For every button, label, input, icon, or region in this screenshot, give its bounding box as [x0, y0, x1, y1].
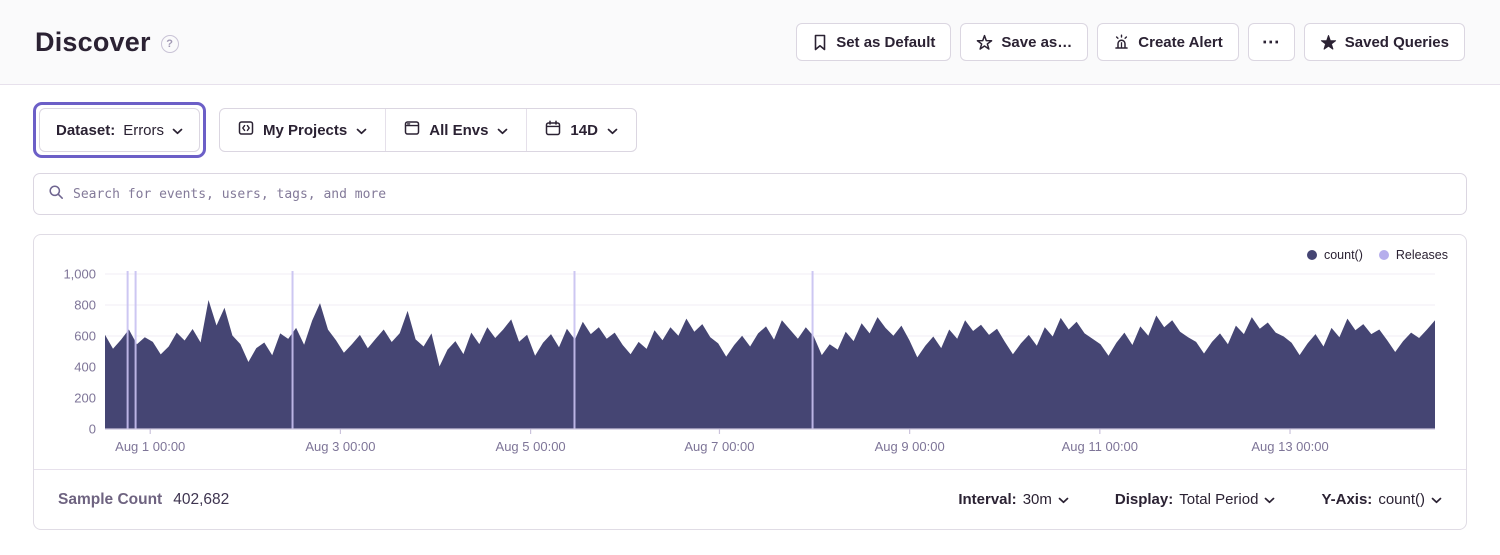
create-alert-button[interactable]: Create Alert [1097, 23, 1238, 61]
window-icon [404, 120, 420, 140]
chart-region: count() Releases 0 200 400 600 800 1,000 Aug 1… [34, 235, 1466, 469]
filter-bar: Dataset: Errors My Projects [33, 102, 1467, 158]
events-chart-card: count() Releases 0 200 400 600 800 1,000 Aug 1… [33, 234, 1467, 530]
svg-text:Aug 9 00:00: Aug 9 00:00 [875, 439, 945, 454]
chevron-down-icon [1431, 491, 1442, 508]
svg-text:Aug 3 00:00: Aug 3 00:00 [305, 439, 375, 454]
chevron-down-icon [356, 122, 367, 139]
set-as-default-button[interactable]: Set as Default [796, 23, 951, 61]
chevron-down-icon [172, 122, 183, 139]
svg-text:Aug 5 00:00: Aug 5 00:00 [496, 439, 566, 454]
dataset-value: Errors [123, 122, 164, 139]
projects-selector[interactable]: My Projects [220, 109, 385, 151]
chevron-down-icon [497, 122, 508, 139]
display-dropdown[interactable]: Display: Total Period [1115, 491, 1276, 508]
calendar-icon [545, 120, 561, 140]
projects-value: My Projects [263, 122, 347, 139]
legend-item-count[interactable]: count() [1307, 248, 1363, 262]
releases-series-dot [1379, 250, 1389, 260]
svg-text:1,000: 1,000 [63, 267, 96, 282]
count-series-dot [1307, 250, 1317, 260]
dataset-highlight-ring: Dataset: Errors [33, 102, 206, 158]
page-header: Discover ? Set as Default Save as… [0, 0, 1500, 85]
star-filled-icon [1320, 34, 1337, 51]
help-icon[interactable]: ? [161, 35, 179, 53]
svg-text:200: 200 [74, 391, 96, 406]
date-range-value: 14D [570, 122, 598, 139]
discover-chart[interactable]: 0 200 400 600 800 1,000 Aug 1 00:00 Aug 3 00:00… [34, 235, 1466, 469]
date-range-selector[interactable]: 14D [527, 109, 636, 151]
saved-queries-button[interactable]: Saved Queries [1304, 23, 1465, 61]
sample-count-label: Sample Count [58, 491, 162, 509]
search-icon [48, 184, 64, 205]
environment-selector[interactable]: All Envs [386, 109, 526, 151]
project-icon [238, 120, 254, 140]
dataset-label: Dataset: [56, 122, 115, 139]
star-outline-icon [976, 34, 993, 51]
save-as-button[interactable]: Save as… [960, 23, 1088, 61]
chevron-down-icon [1058, 491, 1069, 508]
search-bar [33, 173, 1467, 215]
bookmark-icon [812, 34, 828, 51]
svg-text:Aug 13 00:00: Aug 13 00:00 [1251, 439, 1328, 454]
header-actions: Set as Default Save as… Create Alert [796, 23, 1465, 61]
svg-text:Aug 7 00:00: Aug 7 00:00 [684, 439, 754, 454]
siren-icon [1113, 34, 1130, 51]
page-title: Discover [35, 27, 151, 58]
legend-item-releases[interactable]: Releases [1379, 248, 1448, 262]
more-options-button[interactable]: ⋯ [1248, 23, 1295, 61]
chart-legend: count() Releases [1307, 248, 1448, 262]
page-filters: My Projects All Envs [219, 108, 637, 152]
sample-count-value: 402,682 [173, 491, 229, 509]
ellipsis-icon: ⋯ [1262, 32, 1281, 53]
search-input[interactable] [73, 187, 1452, 202]
svg-text:Aug 1 00:00: Aug 1 00:00 [115, 439, 185, 454]
svg-text:0: 0 [89, 422, 96, 437]
svg-text:800: 800 [74, 298, 96, 313]
svg-text:600: 600 [74, 329, 96, 344]
dataset-selector[interactable]: Dataset: Errors [39, 108, 200, 152]
svg-text:400: 400 [74, 360, 96, 375]
yaxis-dropdown[interactable]: Y-Axis: count() [1321, 491, 1442, 508]
chevron-down-icon [607, 122, 618, 139]
interval-dropdown[interactable]: Interval: 30m [958, 491, 1069, 508]
chevron-down-icon [1264, 491, 1275, 508]
chart-footer: Sample Count 402,682 Interval: 30m Displ… [34, 469, 1466, 529]
environments-value: All Envs [429, 122, 488, 139]
svg-text:Aug 11 00:00: Aug 11 00:00 [1062, 439, 1138, 454]
